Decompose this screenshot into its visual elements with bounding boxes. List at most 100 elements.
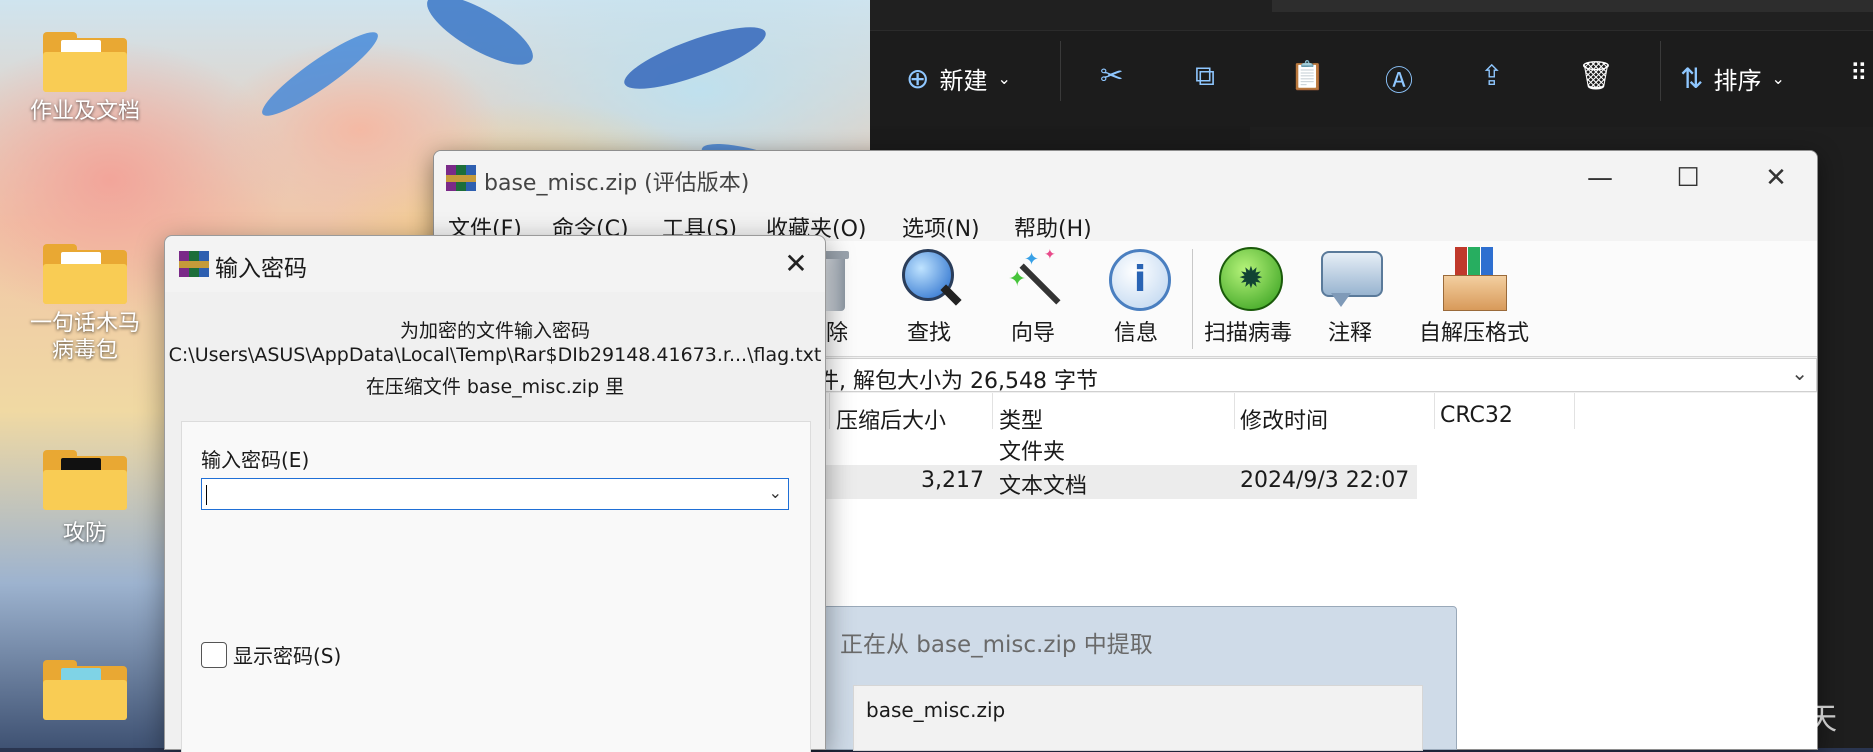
wallpaper-stroke	[618, 15, 772, 101]
clipboard-icon: 📋	[1290, 59, 1325, 92]
divider	[1060, 41, 1061, 101]
grid-icon: ⠿	[1850, 59, 1868, 87]
tool-info[interactable]: i 信息	[1084, 247, 1188, 347]
new-button-label: 新建	[939, 67, 988, 95]
cut-button[interactable]: ✂	[1100, 59, 1123, 92]
minimize-button[interactable]: —	[1556, 151, 1644, 205]
desktop-icon-label: 攻防	[62, 521, 107, 546]
trash-icon: 🗑	[1578, 59, 1614, 92]
delete-button[interactable]: 🗑	[1578, 59, 1614, 92]
chevron-down-icon[interactable]: ⌄	[769, 483, 782, 502]
cell-type: 文本文档	[999, 474, 1088, 499]
rename-button[interactable]: Ⓐ	[1385, 59, 1413, 99]
archive-text: 在压缩文件 base_misc.zip 里	[365, 376, 625, 398]
scissors-icon: ✂	[1100, 59, 1124, 92]
desktop-icon-trojan[interactable]: 一句话木马病毒包	[20, 244, 150, 364]
column-divider	[1234, 393, 1235, 429]
folder-icon	[43, 32, 127, 92]
chevron-down-icon: ⌄	[1771, 69, 1785, 88]
extract-filename: base_misc.zip	[866, 698, 1006, 722]
folder-icon	[43, 450, 127, 510]
tool-comment[interactable]: 注释	[1298, 247, 1402, 347]
tool-find[interactable]: 查找	[877, 247, 981, 347]
extract-file-box: base_misc.zip	[853, 685, 1423, 751]
extract-title: 正在从 base_misc.zip 中提取	[840, 632, 1153, 658]
plus-circle-icon: ⊕	[906, 62, 930, 95]
desktop-icon-label: 一句话木马病毒包	[29, 311, 140, 363]
password-field-label: 输入密码(E)	[201, 448, 310, 472]
rename-icon: Ⓐ	[1385, 64, 1414, 97]
copy-icon: ⧉	[1195, 59, 1215, 92]
column-divider	[992, 393, 993, 429]
divider	[1660, 41, 1661, 101]
menu-options[interactable]: 选项(N)	[902, 211, 980, 243]
cell-packed-size: 3,217	[921, 468, 984, 493]
password-input[interactable]: ⌄	[201, 478, 789, 510]
show-password-label: 显示密码(S)	[233, 644, 342, 668]
cell-type: 文件夹	[999, 440, 1066, 465]
dialog-close-button[interactable]: ✕	[767, 236, 825, 292]
cell-modified: 2024/9/3 22:07	[1240, 468, 1410, 493]
maximize-button[interactable]: ☐	[1644, 151, 1732, 205]
close-button[interactable]: ✕	[1732, 151, 1817, 205]
dialog-title: 输入密码	[215, 256, 307, 282]
winrar-logo-icon	[179, 249, 209, 279]
file-path-text: C:\Users\ASUS\AppData\Local\Temp\Rar$DIb…	[168, 344, 822, 366]
folder-icon	[43, 244, 127, 304]
tool-sfx[interactable]: 自解压格式	[1414, 247, 1534, 347]
copy-button[interactable]: ⧉	[1195, 59, 1215, 93]
password-dialog: 输入密码 ✕ 为加密的文件输入密码 C:\Users\ASUS\AppData\…	[164, 235, 826, 752]
column-crc32[interactable]: CRC32	[1440, 403, 1513, 428]
desktop-icon-docs[interactable]: 作业及文档	[20, 32, 150, 125]
chevron-down-icon: ⌄	[997, 69, 1011, 88]
tool-comment-label: 注释	[1327, 321, 1372, 346]
info-icon: i	[1103, 247, 1171, 313]
explorer-address-bar[interactable]	[1272, 0, 1873, 12]
tool-find-label: 查找	[906, 321, 951, 346]
column-divider	[1434, 393, 1435, 429]
column-divider	[829, 393, 830, 429]
dialog-titlebar: 输入密码 ✕	[165, 236, 825, 292]
tool-scan-virus-label: 扫描病毒	[1203, 321, 1292, 346]
show-password-checkbox[interactable]: 显示密码(S)	[201, 640, 341, 669]
package-icon	[1441, 247, 1507, 313]
column-divider	[1574, 393, 1575, 429]
tool-info-label: 信息	[1113, 321, 1158, 346]
desktop-icon-attack-defense[interactable]: 攻防	[20, 450, 150, 547]
winrar-titlebar: base_misc.zip (评估版本) — ☐ ✕	[434, 151, 1817, 205]
new-button[interactable]: ⊕ 新建 ⌄	[906, 61, 1011, 96]
share-icon: ⇪	[1480, 59, 1504, 92]
sort-button[interactable]: ⇅ 排序 ⌄	[1680, 61, 1785, 96]
archive-info-text: 件, 解包大小为 26,548 字节	[817, 369, 1098, 394]
watermark: CSDN @醉暮天	[1622, 702, 1838, 737]
desktop-icon-label: 作业及文档	[29, 99, 140, 124]
checkbox-box[interactable]	[201, 641, 227, 668]
tool-sfx-label: 自解压格式	[1418, 321, 1529, 346]
desktop-icon-misc[interactable]	[20, 660, 150, 726]
table-row[interactable]: 文件夹	[824, 431, 1417, 465]
table-row[interactable]: 3,217 文本文档 2024/9/3 22:07	[824, 465, 1417, 499]
wallpaper-stroke	[418, 0, 542, 78]
folder-icon	[43, 660, 127, 720]
toolbar-divider	[1192, 249, 1193, 349]
magic-wand-icon: ✦ ✦ ✦	[1000, 247, 1066, 313]
speech-bubble-icon	[1317, 247, 1383, 313]
magnifier-icon	[896, 247, 962, 313]
explorer-titlebar	[870, 0, 1873, 30]
menu-help[interactable]: 帮助(H)	[1014, 211, 1092, 243]
bug-icon: ✹	[1215, 247, 1283, 313]
share-button[interactable]: ⇪	[1480, 59, 1503, 92]
sort-icon: ⇅	[1680, 62, 1704, 95]
tool-wizard[interactable]: ✦ ✦ ✦ 向导	[981, 247, 1085, 347]
paste-button[interactable]: 📋	[1290, 59, 1325, 92]
winrar-logo-icon	[446, 163, 476, 193]
text-caret	[206, 485, 207, 505]
chevron-down-icon[interactable]: ⌄	[1791, 361, 1808, 385]
wallpaper-stroke	[254, 22, 386, 126]
sort-button-label: 排序	[1713, 67, 1762, 95]
tool-scan-virus[interactable]: ✹ 扫描病毒	[1196, 247, 1300, 347]
window-title: base_misc.zip (评估版本)	[484, 171, 750, 196]
prompt-text: 为加密的文件输入密码	[399, 320, 590, 342]
explorer-command-bar: ⊕ 新建 ⌄ ✂ ⧉ 📋 Ⓐ ⇪ 🗑 ⇅ 排序 ⌄ ⠿	[870, 30, 1873, 127]
more-button[interactable]: ⠿	[1850, 59, 1868, 87]
